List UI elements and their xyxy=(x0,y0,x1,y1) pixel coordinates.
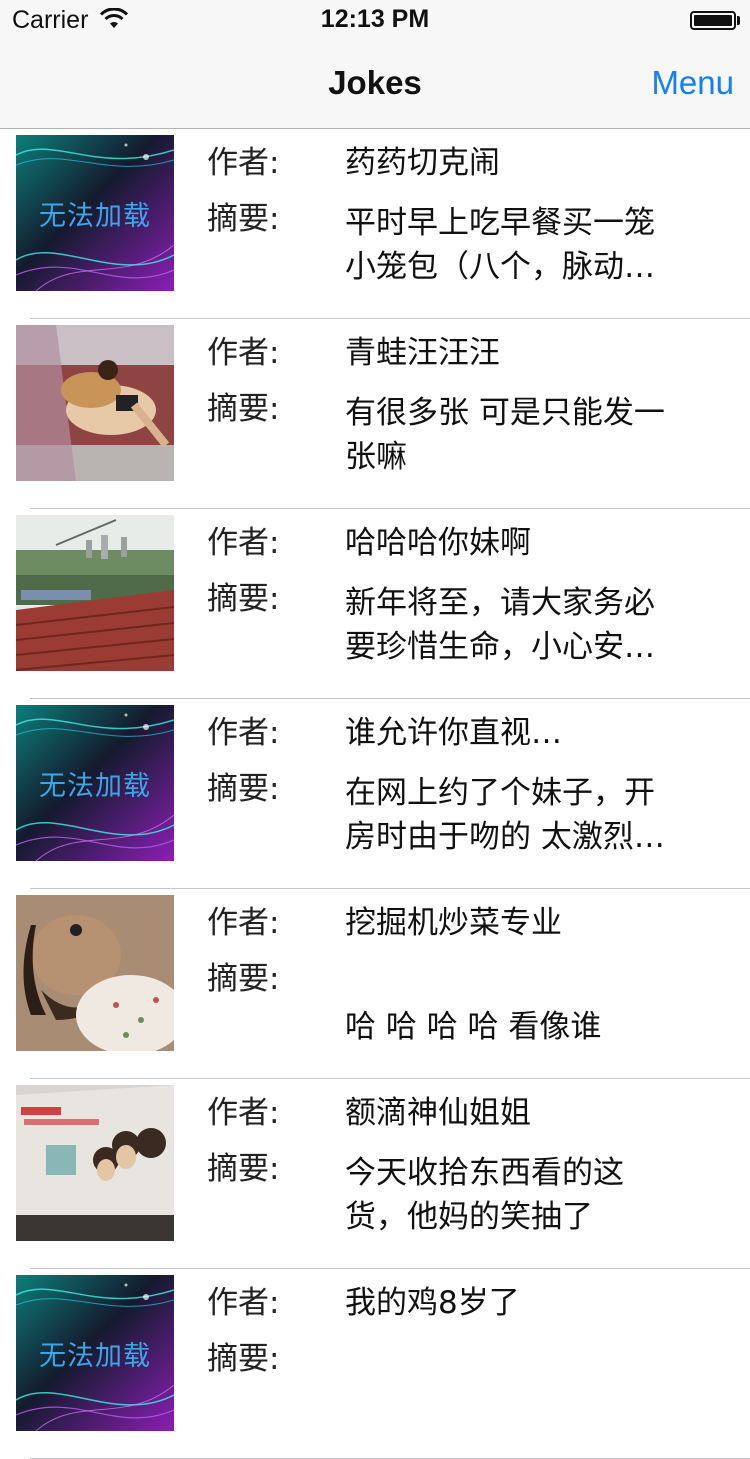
author-name: 药药切克闹 xyxy=(345,145,500,181)
image-load-failed-text: 无法加载 xyxy=(39,200,151,232)
summary-text xyxy=(345,1341,690,1429)
summary-text: 哈 哈 哈 哈 看像谁 xyxy=(345,961,690,1049)
joke-cell[interactable]: 作者: 摘要: 挖掘机炒菜专业哈 哈 哈 哈 看像谁 xyxy=(0,889,750,1079)
summary-line: 房时由于吻的 太激烈… xyxy=(345,819,665,855)
author-label: 作者: xyxy=(207,1095,280,1131)
summary-label: 摘要: xyxy=(207,1341,280,1377)
author-name: 额滴神仙姐姐 xyxy=(345,1095,531,1131)
image-load-failed-text: 无法加载 xyxy=(39,770,151,802)
battery-tip xyxy=(737,16,740,25)
author-name: 我的鸡8岁了 xyxy=(345,1285,520,1321)
menu-button[interactable]: Menu xyxy=(651,64,734,102)
page-title: Jokes xyxy=(328,64,422,101)
author-label: 作者: xyxy=(207,715,280,751)
jokes-list[interactable]: 无法加载 作者: 摘要: 药药切克闹 平时早上吃早餐买一笼 小笼包（八个，脉动… 作者: 摘… xyxy=(0,129,750,1459)
summary-line: 要珍惜生命，小心安… xyxy=(345,629,655,665)
joke-cell[interactable]: 作者: 摘要: 额滴神仙姐姐今天收拾东西看的这 货，他妈的笑抽了 xyxy=(0,1079,750,1269)
summary-line: 有很多张 可是只能发一 xyxy=(345,395,665,431)
summary-line xyxy=(345,961,690,1005)
summary-label: 摘要: xyxy=(207,201,280,237)
summary-line: 小笼包（八个，脉动… xyxy=(345,249,655,285)
summary-line: 哈 哈 哈 哈 看像谁 xyxy=(345,1009,602,1045)
author-name: 哈哈哈你妹啊 xyxy=(345,525,531,561)
placeholder-image: 无法加载 xyxy=(16,705,174,861)
placeholder-image: 无法加载 xyxy=(16,1275,174,1431)
author-label: 作者: xyxy=(207,1285,280,1321)
image-load-failed-text: 无法加载 xyxy=(39,1340,151,1372)
battery-icon xyxy=(690,11,736,30)
joke-cell[interactable]: 无法加载 作者: 摘要: 谁允许你直视… 在网上约了个妹子，开 房时由于吻的 太激烈… xyxy=(0,699,750,889)
summary-line: 货，他妈的笑抽了 xyxy=(345,1199,593,1235)
summary-text: 今天收拾东西看的这 货，他妈的笑抽了 xyxy=(345,1151,690,1239)
joke-thumbnail xyxy=(16,325,174,481)
summary-label: 摘要: xyxy=(207,961,280,997)
summary-line: 张嘛 xyxy=(345,439,407,475)
summary-line xyxy=(345,1341,690,1385)
status-time: 12:13 PM xyxy=(320,5,430,33)
joke-thumbnail xyxy=(16,1085,174,1241)
summary-text: 有很多张 可是只能发一 张嘛 xyxy=(345,391,690,479)
joke-thumbnail xyxy=(16,515,174,671)
status-bar: Carrier 12:13 PM xyxy=(0,0,750,40)
joke-cell[interactable]: 无法加载 作者: 摘要: 药药切克闹平时早上吃早餐买一笼 小笼包（八个，脉动… xyxy=(0,129,750,319)
author-label: 作者: xyxy=(207,525,280,561)
summary-text: 在网上约了个妹子，开 房时由于吻的 太激烈… xyxy=(345,771,690,859)
placeholder-image: 无法加载 xyxy=(16,135,174,291)
summary-label: 摘要: xyxy=(207,581,280,617)
summary-line: 在网上约了个妹子，开 xyxy=(345,775,655,811)
author-name: 挖掘机炒菜专业 xyxy=(345,905,562,941)
joke-cell[interactable]: 无法加载 作者: 摘要: 我的鸡8岁了 xyxy=(0,1269,750,1459)
joke-cell[interactable]: 作者: 摘要: 青蛙汪汪汪有很多张 可是只能发一 张嘛 xyxy=(0,319,750,509)
summary-text: 新年将至，请大家务必 要珍惜生命，小心安… xyxy=(345,581,690,669)
summary-label: 摘要: xyxy=(207,1151,280,1187)
summary-line xyxy=(345,1385,690,1429)
summary-label: 摘要: xyxy=(207,771,280,807)
author-label: 作者: xyxy=(207,145,280,181)
summary-line: 新年将至，请大家务必 xyxy=(345,585,655,621)
author-label: 作者: xyxy=(207,905,280,941)
author-name: 青蛙汪汪汪 xyxy=(345,335,500,371)
author-name: 谁允许你直视… xyxy=(345,715,562,751)
summary-line: 今天收拾东西看的这 xyxy=(345,1155,624,1191)
joke-cell[interactable]: 作者: 摘要: 哈哈哈你妹啊新年将至，请大家务必 要珍惜生命，小心安… xyxy=(0,509,750,699)
summary-line: 平时早上吃早餐买一笼 xyxy=(345,205,655,241)
author-label: 作者: xyxy=(207,335,280,371)
joke-thumbnail xyxy=(16,895,174,1051)
navigation-bar: Jokes Menu xyxy=(0,40,750,129)
summary-text: 平时早上吃早餐买一笼 小笼包（八个，脉动… xyxy=(345,201,690,289)
summary-label: 摘要: xyxy=(207,391,280,427)
